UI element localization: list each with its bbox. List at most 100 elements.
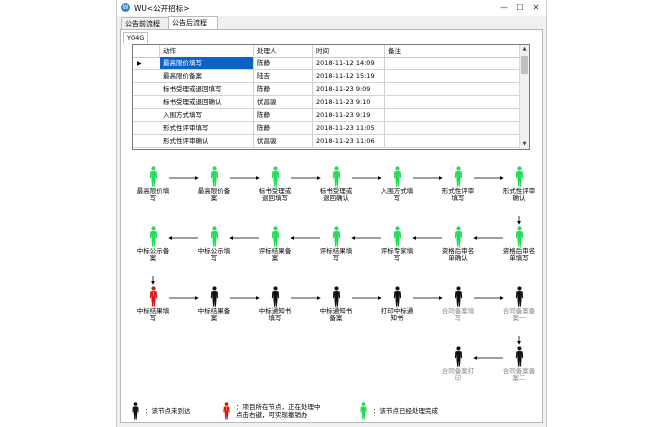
workflow-node[interactable]: 资格后审名 单确认 (438, 226, 478, 262)
person-icon (332, 286, 340, 307)
person-icon (271, 286, 279, 307)
person-icon (210, 226, 218, 247)
person-icon (454, 166, 462, 187)
workflow-node-label: 标书受理或 退回填写 (255, 188, 295, 202)
workflow-node[interactable]: 评标结果备案 (255, 226, 295, 262)
person-icon (149, 166, 157, 187)
workflow-node[interactable]: 合同备案填写 (438, 286, 478, 322)
workflow-node-label: 合同备案打印 (438, 368, 478, 382)
workflow-node-label: 形式性评审 确认 (499, 188, 539, 202)
node-label-line: 填写 (268, 314, 282, 322)
workflow-node-label: 中标公示填写 (194, 248, 234, 262)
workflow-node-label: 合同备案备 案一 (499, 308, 539, 322)
node-label-line: 案 (210, 314, 218, 322)
workflow-node[interactable]: 资格后审名 单填写 (499, 226, 539, 262)
person-icon (271, 166, 279, 187)
person-icon (393, 226, 401, 247)
person-icon (515, 226, 523, 247)
workflow-node[interactable]: 中标公示填写 (194, 226, 234, 262)
legend-icon (222, 402, 231, 422)
node-label-line: 写 (149, 194, 157, 202)
workflow-node-label: 评标专家填写 (377, 248, 417, 262)
legend-icon (359, 402, 368, 422)
person-icon (149, 286, 157, 307)
workflow-node-label: 评标结果填写 (316, 248, 356, 262)
person-icon (515, 346, 523, 367)
workflow-node[interactable]: 合同备案打印 (438, 346, 478, 382)
node-label-line: 单确认 (448, 254, 468, 262)
workflow-node[interactable]: 中标结果备案 (194, 286, 234, 322)
workflow-node-label: 形式性评审 填写 (438, 188, 478, 202)
workflow-node[interactable]: 最高限价备案 (194, 166, 234, 202)
close-button[interactable]: ✕ (528, 1, 544, 14)
node-label-line: 备案 (329, 314, 343, 322)
workflow-node[interactable]: 评标专家填写 (377, 226, 417, 262)
workflow-node[interactable]: 中标公示备案 (133, 226, 173, 262)
person-icon (132, 402, 139, 420)
minimize-button[interactable]: — (496, 1, 512, 14)
workflow-node-label: 打印中标通 知书 (377, 308, 417, 322)
node-label-line: 案 (271, 254, 279, 262)
node-label-line: 确认 (512, 194, 526, 202)
workflow-node[interactable]: 入围方式填写 (377, 166, 417, 202)
legend-icon (131, 402, 140, 422)
person-icon (393, 166, 401, 187)
workflow-node[interactable]: 标书受理或 退回填写 (255, 166, 295, 202)
workflow-node-label: 合同备案备 案二 (499, 368, 539, 382)
node-label-line: 案二 (512, 374, 526, 382)
node-label-line: 写 (393, 254, 401, 262)
window-title: WU<公开招标> (134, 4, 190, 13)
node-label-line: 填写 (451, 194, 465, 202)
person-icon (210, 286, 218, 307)
maximize-button[interactable]: ☐ (512, 1, 528, 14)
app-window: W WU<公开招标> — ☐ ✕ 公告前流程 公告后流程 Y04G 动作 处理人… (116, 0, 547, 427)
workflow-node[interactable]: 形式性评审 填写 (438, 166, 478, 202)
workflow-node[interactable]: 合同备案备 案一 (499, 286, 539, 322)
person-icon (454, 226, 462, 247)
workflow-node[interactable]: 标书受理或 退回确认 (316, 166, 356, 202)
workflow-node[interactable]: 中标通知书 备案 (316, 286, 356, 322)
node-label-line: 退回确认 (323, 194, 349, 202)
workflow-node-label: 最高限价填写 (133, 188, 173, 202)
person-icon (515, 166, 523, 187)
workflow-node[interactable]: 合同备案备 案二 (499, 346, 539, 382)
workflow-node[interactable]: 打印中标通 知书 (377, 286, 417, 322)
workflow-node[interactable]: 中标结果填写 (133, 286, 173, 322)
person-icon (454, 346, 462, 367)
legend-label: 点击右键，可实现撤销办 (236, 411, 308, 419)
node-label-line: 写 (332, 254, 340, 262)
person-icon (332, 166, 340, 187)
workflow-node[interactable]: 评标结果填写 (316, 226, 356, 262)
person-icon (149, 226, 157, 247)
workflow-node-label: 评标结果备案 (255, 248, 295, 262)
workflow-node-label: 中标公示备案 (133, 248, 173, 262)
node-label-line: 案 (149, 254, 157, 262)
workflow-node-label: 中标结果备案 (194, 308, 234, 322)
workflow-node[interactable]: 形式性评审 确认 (499, 166, 539, 202)
workflow-node[interactable]: 最高限价填写 (133, 166, 173, 202)
person-icon (223, 402, 230, 420)
workflow-node-label: 中标通知书 备案 (316, 308, 356, 322)
tab-content: Y04G 动作 处理人 时间 备注 ▶ 最高限价填写 陈静 2018-11-12 14… (120, 29, 543, 423)
workflow-node[interactable]: 中标通知书 填写 (255, 286, 295, 322)
workflow-node-label: 最高限价备案 (194, 188, 234, 202)
node-label-line: 知书 (390, 314, 404, 322)
legend-label: ：该节点已经处理完成 (373, 407, 438, 415)
workflow-node-label: 标书受理或 退回确认 (316, 188, 356, 202)
workflow-node-label: 中标通知书 填写 (255, 308, 295, 322)
person-icon (454, 286, 462, 307)
person-icon (332, 226, 340, 247)
node-label-line: 退回填写 (262, 194, 288, 202)
node-label-line: 案 (210, 194, 218, 202)
node-label-line: 写 (454, 314, 462, 322)
node-label-line: 写 (149, 314, 157, 322)
workflow-node-label: 资格后审名 单填写 (499, 248, 539, 262)
tab-post-announcement[interactable]: 公告后流程 (168, 16, 218, 30)
workflow-node-label: 合同备案填写 (438, 308, 478, 322)
app-icon: W (121, 3, 130, 12)
person-icon (210, 166, 218, 187)
workflow-node-label: 资格后审名 单确认 (438, 248, 478, 262)
title-bar: W WU<公开招标> — ☐ ✕ (117, 0, 546, 16)
node-label-line: 案一 (512, 314, 526, 322)
legend-label: ：该节点未到达 (145, 407, 191, 415)
